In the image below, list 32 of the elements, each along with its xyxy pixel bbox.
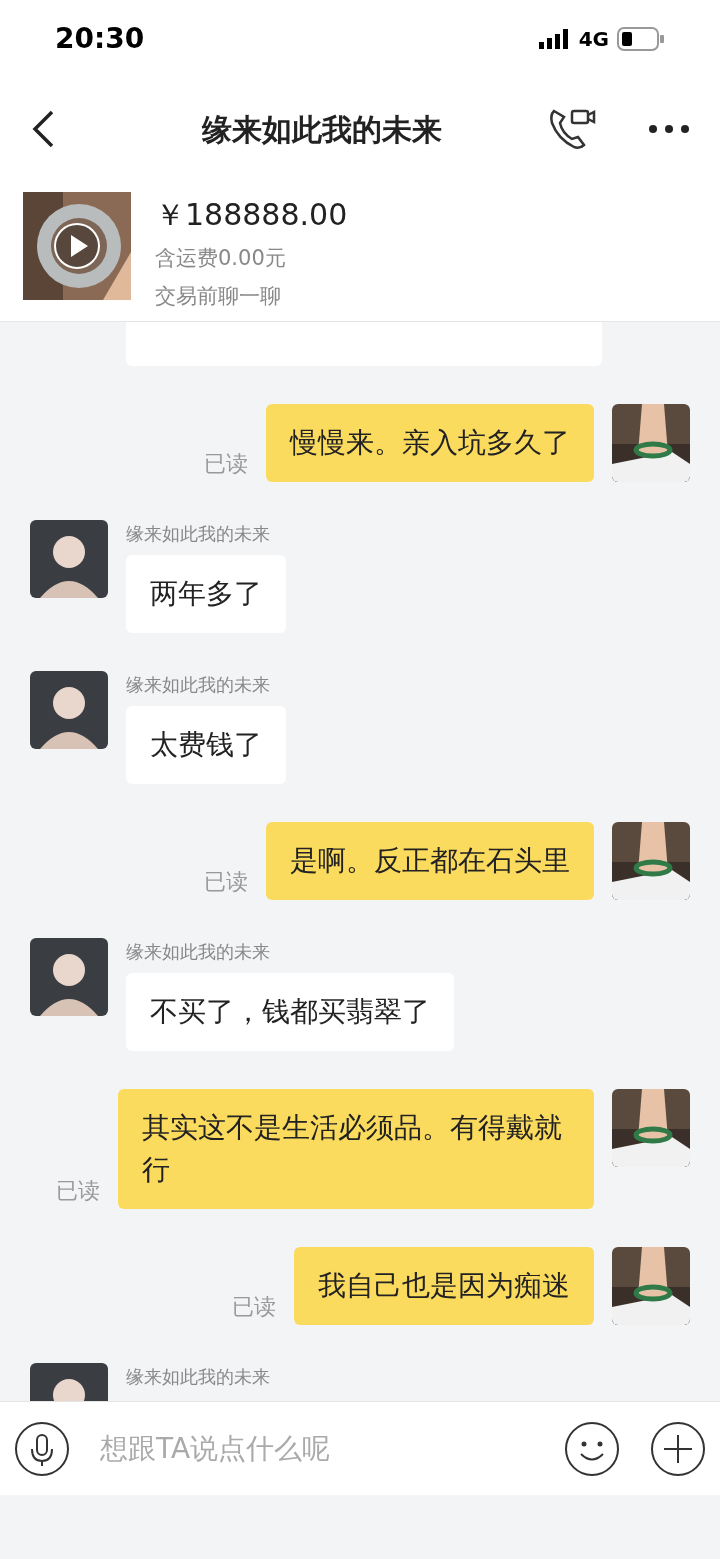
back-icon[interactable] (30, 109, 56, 149)
play-icon[interactable] (53, 222, 101, 270)
message-bubble: 其实这不是生活必须品。有得戴就行 (118, 1089, 594, 1209)
more-icon[interactable] (648, 124, 690, 134)
product-price: ￥188888.00 (155, 196, 348, 234)
sender-name: 缘来如此我的未来 (126, 940, 271, 964)
message-bubble: 慢慢来。亲入坑多久了 (266, 404, 594, 482)
message-bubble: 是啊。反正都在石头里 (266, 822, 594, 900)
sender-name: 缘来如此我的未来 (126, 522, 271, 546)
read-status: 已读 (232, 1293, 276, 1321)
battery-icon (617, 27, 665, 51)
emoji-icon[interactable] (564, 1420, 620, 1477)
read-status: 已读 (204, 868, 248, 896)
message-input[interactable]: 想跟TA说点什么呢 (100, 1427, 534, 1470)
input-bar[interactable]: 想跟TA说点什么呢 (0, 1401, 720, 1495)
signal-icon (538, 29, 571, 49)
sender-name: 缘来如此我的未来 (126, 673, 271, 697)
chat-title: 缘来如此我的未来 (201, 110, 443, 149)
microphone-icon[interactable] (14, 1420, 70, 1477)
message-bubble: 不买了，钱都买翡翠了 (126, 973, 454, 1051)
message-bubble: 我自己也是因为痴迷 (294, 1247, 594, 1325)
plus-icon[interactable] (650, 1420, 706, 1477)
network-label: 4G (578, 26, 609, 53)
sender-name: 缘来如此我的未来 (126, 1365, 270, 1389)
message-bubble: 两年多了 (126, 555, 286, 633)
read-status: 已读 (56, 1177, 100, 1205)
shipping-fee: 含运费0.00元 (155, 245, 287, 272)
clock: 20:30 (55, 21, 145, 57)
video-call-icon[interactable] (548, 107, 596, 151)
message-bubble: 太费钱了 (126, 706, 286, 784)
read-status: 已读 (204, 450, 248, 478)
chat-note: 交易前聊一聊 (155, 282, 282, 310)
